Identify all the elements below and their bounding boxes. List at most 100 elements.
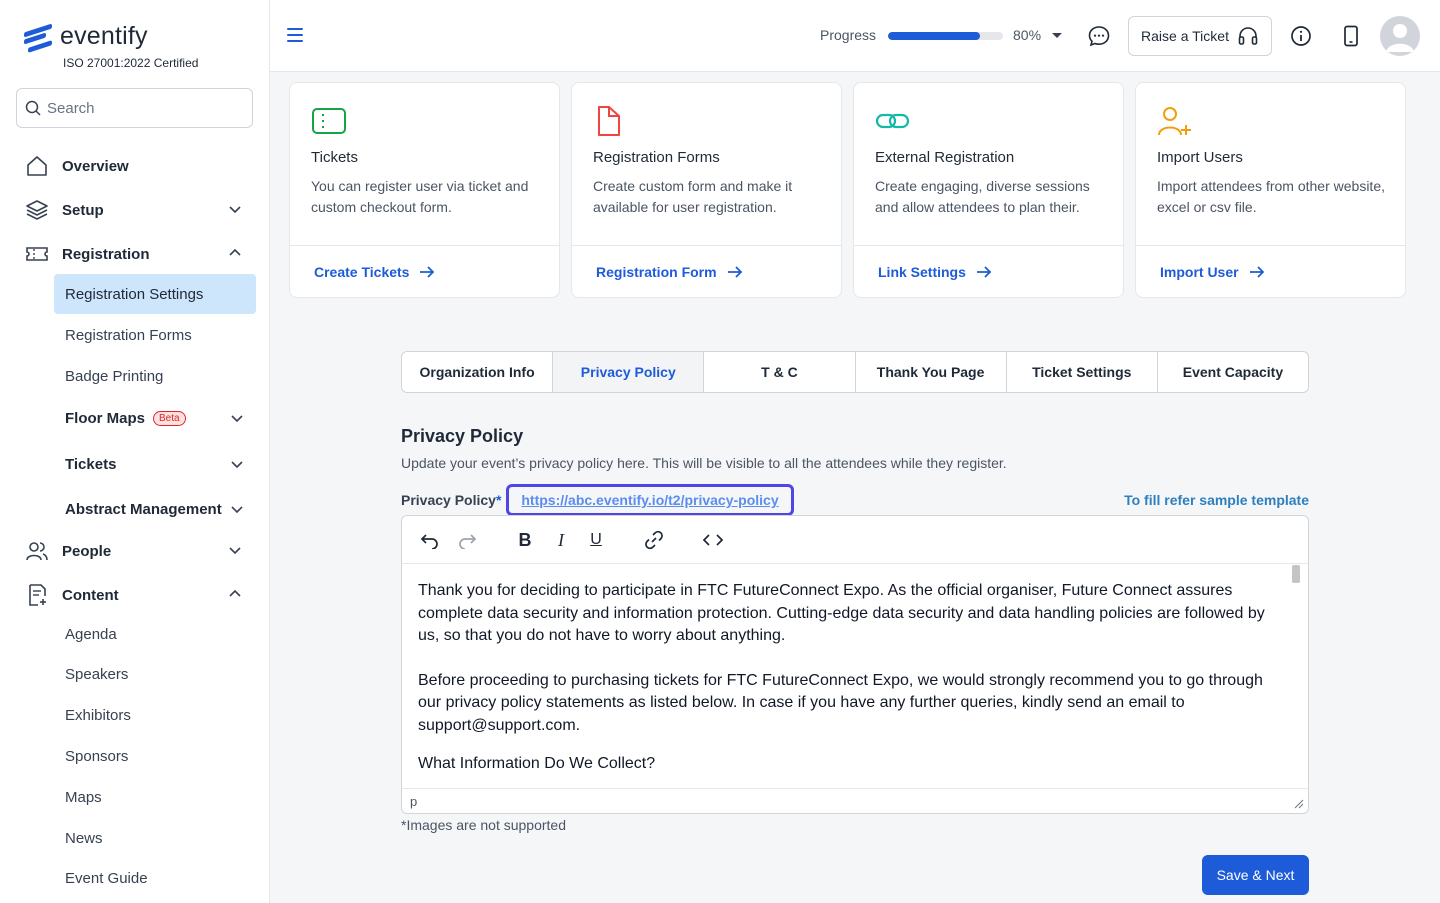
import-user-link[interactable]: Import User — [1160, 264, 1265, 280]
users-icon — [24, 538, 50, 564]
progress-percent: 80% — [1013, 27, 1042, 43]
tab-thank-you-page[interactable]: Thank You Page — [856, 352, 1007, 392]
info-icon[interactable] — [1289, 24, 1313, 48]
card-tickets: Tickets You can register user via ticket… — [289, 82, 560, 298]
bold-icon[interactable]: B — [514, 529, 536, 551]
brand-name: eventify — [60, 22, 148, 50]
editor-paragraph: What Information Do We Collect? — [418, 755, 656, 772]
link-icon[interactable] — [643, 529, 665, 551]
card-registration-forms: Registration Forms Create custom form an… — [571, 82, 842, 298]
sidebar-item-badge-printing[interactable]: Badge Printing — [54, 356, 256, 396]
progress-label: Progress — [820, 27, 877, 43]
layers-icon — [24, 197, 50, 223]
tab-event-capacity[interactable]: Event Capacity — [1158, 352, 1308, 392]
sidebar-item-setup[interactable]: Setup — [24, 192, 254, 228]
card-description: You can register user via ticket and cus… — [311, 178, 529, 215]
sidebar-item-content[interactable]: Content — [24, 577, 254, 613]
arrow-right-icon — [976, 266, 992, 278]
beta-badge: Beta — [153, 410, 186, 426]
sidebar-item-news[interactable]: News — [54, 818, 256, 858]
resize-handle-icon[interactable] — [1294, 799, 1304, 809]
sidebar-item-maps[interactable]: Maps — [54, 777, 256, 817]
editor-toolbar: B I U — [402, 516, 1308, 564]
ticket-icon — [24, 241, 50, 267]
sidebar-item-sponsors[interactable]: Sponsors — [54, 736, 256, 776]
card-title: Registration Forms — [593, 149, 720, 166]
user-avatar-icon — [1386, 24, 1414, 52]
raise-ticket-button[interactable]: Raise a Ticket — [1128, 16, 1272, 56]
sidebar-item-agenda[interactable]: Agenda — [54, 614, 256, 654]
document-icon — [598, 106, 620, 136]
chevron-down-icon — [229, 206, 241, 214]
arrow-right-icon — [420, 266, 435, 278]
sidebar: eventify ISO 27001:2022 Certified Overvi… — [0, 0, 270, 903]
sample-template-link[interactable]: To fill refer sample template — [1124, 492, 1309, 508]
sidebar-item-speakers[interactable]: Speakers — [54, 654, 256, 694]
link-label: Link Settings — [878, 264, 966, 280]
arrow-right-icon — [727, 266, 742, 278]
tab-ticket-settings[interactable]: Ticket Settings — [1007, 352, 1158, 392]
card-import-users: Import Users Import attendees from other… — [1135, 82, 1406, 298]
code-icon[interactable] — [702, 529, 724, 551]
sidebar-item-registration[interactable]: Registration — [24, 236, 254, 272]
caret-down-icon[interactable] — [1052, 33, 1062, 38]
redo-icon[interactable] — [456, 529, 478, 551]
registration-form-link[interactable]: Registration Form — [596, 264, 743, 280]
link-label: Import User — [1160, 264, 1239, 280]
create-tickets-link[interactable]: Create Tickets — [314, 264, 435, 280]
editor-scrollbar[interactable] — [1292, 564, 1301, 789]
sidebar-label: Registration — [62, 245, 150, 263]
chevron-down-icon — [229, 547, 241, 555]
section-subtitle: Update your event’s privacy policy here.… — [401, 455, 1007, 471]
link-icon — [875, 113, 910, 129]
mobile-icon[interactable] — [1339, 24, 1363, 48]
sidebar-label: Abstract Management — [65, 500, 222, 518]
italic-icon[interactable]: I — [550, 529, 572, 551]
rich-text-editor[interactable]: B I U Thank you for deciding to particip… — [401, 515, 1309, 814]
link-settings-link[interactable]: Link Settings — [878, 264, 992, 280]
sidebar-item-registration-settings[interactable]: Registration Settings — [54, 274, 256, 314]
tab-organization-info[interactable]: Organization Info — [402, 352, 554, 392]
menu-icon[interactable] — [287, 28, 303, 46]
sidebar-item-tickets[interactable]: Tickets — [54, 444, 256, 484]
search-box[interactable] — [16, 88, 253, 128]
arrow-right-icon — [1249, 266, 1264, 278]
home-icon — [24, 153, 50, 179]
card-title: External Registration — [875, 149, 1015, 166]
chevron-up-icon — [229, 248, 241, 256]
sidebar-label: Overview — [62, 157, 129, 175]
sidebar-item-floor-maps[interactable]: Floor Maps Beta — [54, 398, 256, 438]
sidebar-item-people[interactable]: People — [24, 533, 254, 569]
settings-tabs: Organization Info Privacy Policy T & C T… — [401, 351, 1309, 393]
card-description: Create custom form and make it available… — [593, 178, 793, 215]
progress-fill — [888, 32, 980, 40]
card-description: Create engaging, diverse sessions and al… — [875, 178, 1090, 215]
avatar[interactable] — [1380, 16, 1420, 56]
sidebar-label: Setup — [62, 201, 104, 219]
save-next-button[interactable]: Save & Next — [1202, 855, 1309, 895]
sidebar-item-overview[interactable]: Overview — [24, 148, 254, 184]
chevron-down-icon — [231, 415, 243, 423]
chat-icon[interactable] — [1087, 24, 1111, 48]
editor-content[interactable]: Thank you for deciding to participate in… — [402, 564, 1292, 789]
editor-statusbar: p — [402, 788, 1308, 813]
link-label: Create Tickets — [314, 264, 410, 280]
sidebar-item-registration-forms[interactable]: Registration Forms — [54, 315, 256, 355]
sidebar-item-event-guide[interactable]: Event Guide — [54, 858, 256, 898]
logo[interactable]: eventify — [24, 22, 148, 53]
progress-bar — [888, 32, 1003, 40]
privacy-policy-url-link[interactable]: https://abc.eventify.io/t2/privacy-polic… — [506, 484, 794, 516]
tab-privacy-policy[interactable]: Privacy Policy — [553, 352, 705, 392]
privacy-policy-label: Privacy Policy* — [401, 492, 502, 508]
card-external-registration: External Registration Create engaging, d… — [853, 82, 1124, 298]
underline-icon[interactable]: U — [585, 529, 607, 551]
sidebar-item-abstract-management[interactable]: Abstract Management — [54, 489, 256, 529]
element-path: p — [410, 793, 418, 809]
tab-terms-conditions[interactable]: T & C — [704, 352, 856, 392]
card-description: Import attendees from other website, exc… — [1157, 178, 1385, 215]
search-input[interactable] — [47, 99, 237, 117]
undo-icon[interactable] — [419, 529, 441, 551]
sidebar-item-exhibitors[interactable]: Exhibitors — [54, 695, 256, 735]
link-label: Registration Form — [596, 264, 717, 280]
editor-paragraph: Before proceeding to purchasing tickets … — [418, 671, 1263, 734]
